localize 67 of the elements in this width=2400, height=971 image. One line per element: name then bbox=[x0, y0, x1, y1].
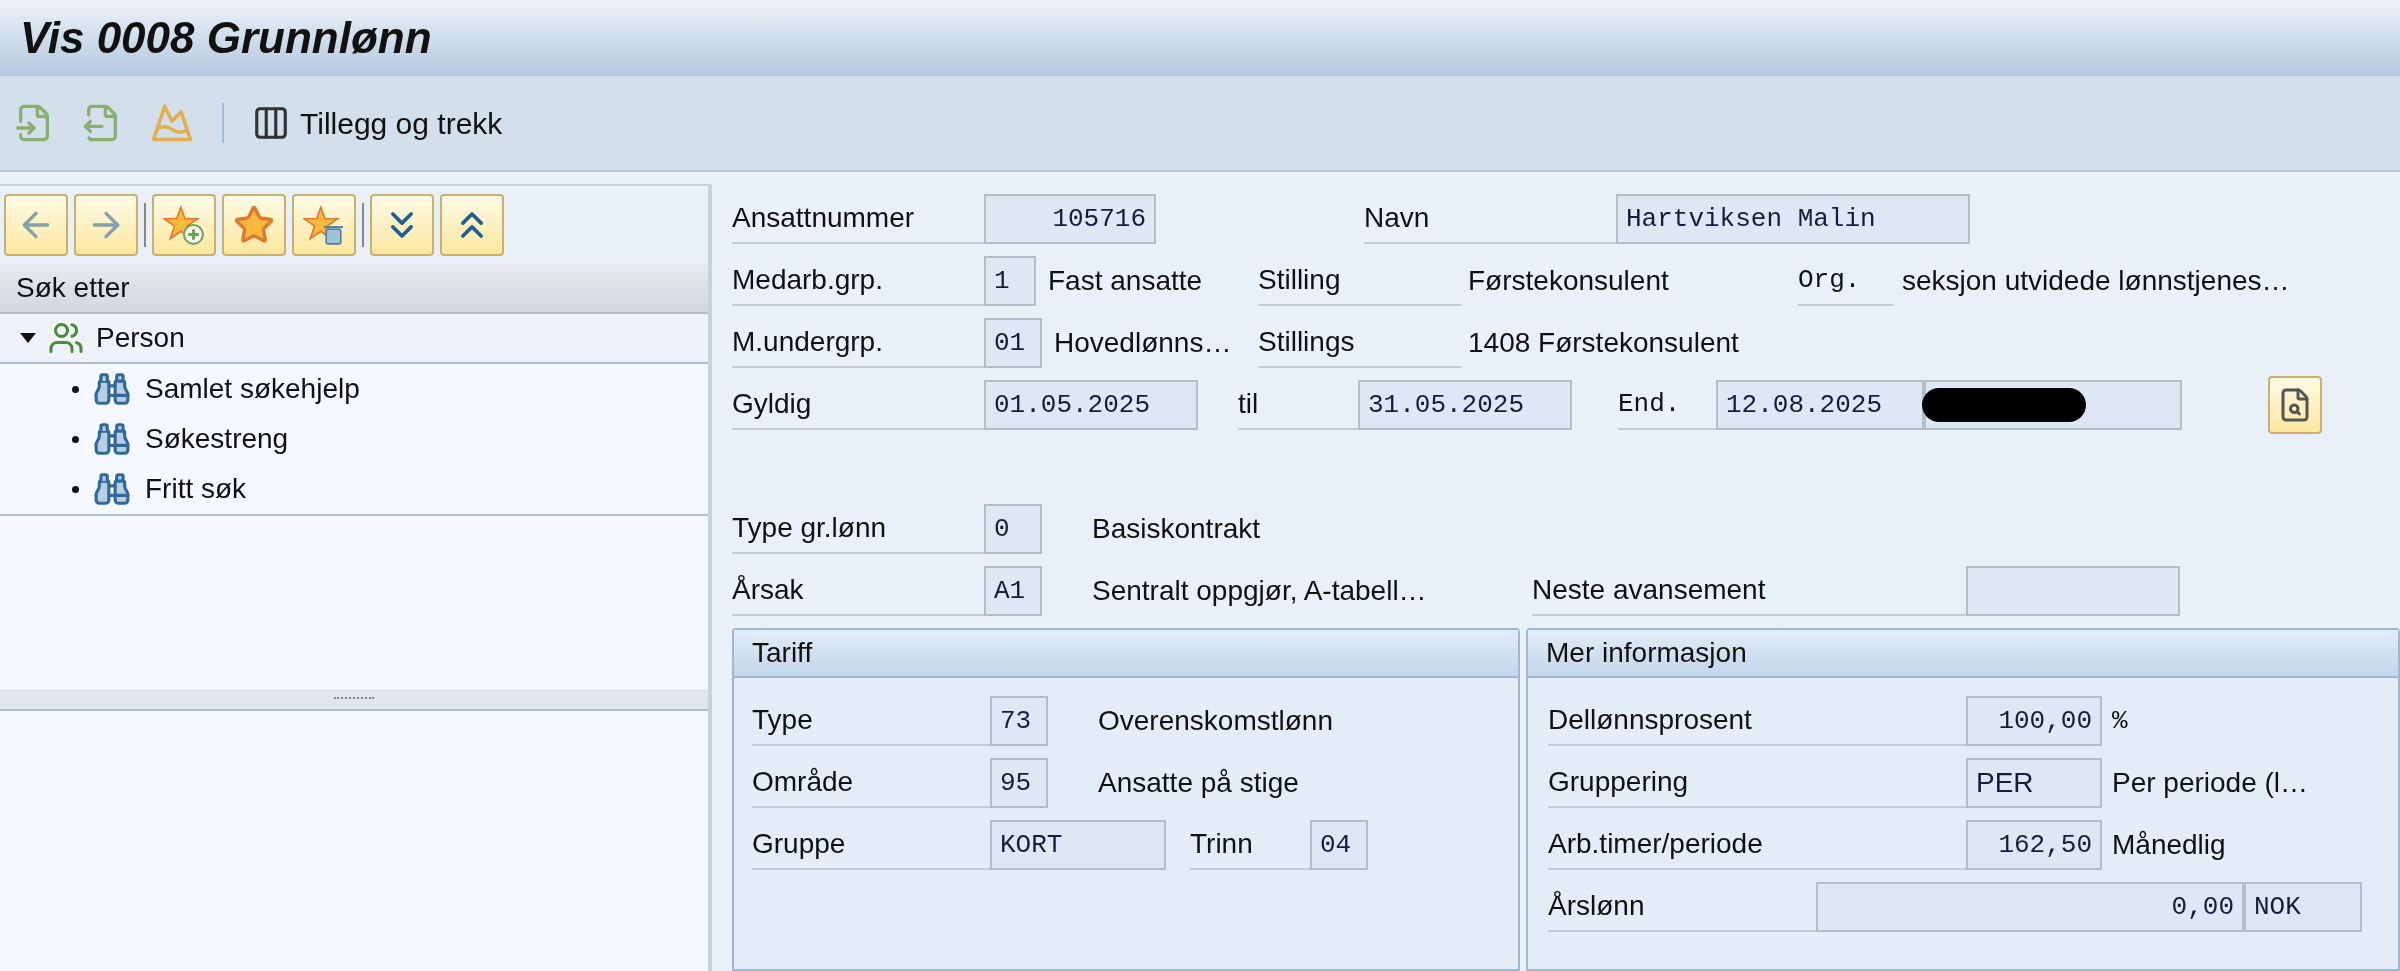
tree-node[interactable]: Person bbox=[0, 314, 708, 364]
input-field[interactable]: 31.05.2025 bbox=[1358, 380, 1572, 430]
display-document-button[interactable] bbox=[2268, 376, 2322, 434]
field-text: Per periode (l… bbox=[2112, 766, 2309, 800]
field-text: Månedlig bbox=[2112, 828, 2226, 862]
window-title: Vis 0008 Grunnlønn bbox=[20, 12, 432, 64]
field-text: % bbox=[2112, 704, 2128, 738]
add-favorite-button[interactable] bbox=[152, 194, 216, 256]
field-label: Stilling bbox=[1258, 256, 1462, 306]
field-text: Sentralt oppgjør, A-tabell… bbox=[1092, 574, 1428, 608]
field-label: Stillings bbox=[1258, 318, 1462, 368]
input-field[interactable] bbox=[1966, 566, 2180, 616]
collapse-all-button[interactable] bbox=[440, 194, 504, 256]
field-text: seksjon utvidede lønnstjenes… bbox=[1902, 264, 2290, 298]
input-field[interactable]: 04 bbox=[1310, 820, 1368, 870]
input-field[interactable]: PER bbox=[1966, 758, 2102, 808]
expand-caret-icon[interactable] bbox=[20, 333, 36, 343]
binoculars-icon bbox=[93, 420, 131, 458]
star-icon bbox=[233, 204, 275, 246]
input-field[interactable]: 1 bbox=[984, 256, 1036, 306]
field-label: Org. bbox=[1798, 256, 1894, 306]
input-field[interactable]: NOK bbox=[2244, 882, 2362, 932]
binoculars-icon bbox=[93, 470, 131, 508]
input-field[interactable]: 105716 bbox=[984, 194, 1156, 244]
input-field[interactable]: 162,50 bbox=[1966, 820, 2102, 870]
input-field[interactable]: Hartviksen Malin bbox=[1616, 194, 1970, 244]
input-field[interactable]: 95 bbox=[990, 758, 1048, 808]
bullet-icon bbox=[72, 435, 79, 443]
splitter-handle[interactable] bbox=[0, 689, 708, 711]
input-field[interactable]: 01 bbox=[984, 318, 1042, 368]
input-field[interactable]: 73 bbox=[990, 696, 1048, 746]
toolbar-button[interactable]: Tillegg og trekk bbox=[252, 100, 503, 146]
field-text: Hovedlønns… bbox=[1054, 326, 1233, 360]
favorite-button[interactable] bbox=[222, 194, 286, 256]
forward-button[interactable] bbox=[74, 194, 138, 256]
bullet-icon bbox=[72, 385, 79, 393]
tree-item[interactable]: Samlet søkehjelp bbox=[0, 364, 708, 414]
binoculars-icon bbox=[93, 370, 131, 408]
star-trash-icon bbox=[303, 204, 345, 246]
back-button[interactable] bbox=[4, 194, 68, 256]
field-text: Fast ansatte bbox=[1048, 264, 1204, 298]
expand-all-button[interactable] bbox=[370, 194, 434, 256]
input-field[interactable]: 0,00 bbox=[1816, 882, 2244, 932]
input-field[interactable] bbox=[1924, 380, 2182, 430]
group-title: Mer informasjon bbox=[1546, 636, 1747, 670]
input-field[interactable]: 0 bbox=[984, 504, 1042, 554]
field-text: Basiskontrakt bbox=[1092, 512, 1261, 546]
panel-heading: Søk etter bbox=[16, 271, 130, 305]
input-field[interactable]: A1 bbox=[984, 566, 1042, 616]
star-plus-icon bbox=[163, 204, 205, 246]
group-title: Tariff bbox=[752, 636, 813, 670]
field-text: 1408 Førstekonsulent bbox=[1468, 326, 1739, 360]
people-icon bbox=[48, 320, 84, 356]
field-text: Førstekonsulent bbox=[1468, 264, 1670, 298]
field-text: Ansatte på stige bbox=[1098, 766, 1299, 800]
field-label: Neste avansement bbox=[1532, 566, 1966, 616]
bullet-icon bbox=[72, 485, 79, 493]
tree-item[interactable]: Fritt søk bbox=[0, 464, 708, 514]
input-field[interactable]: 12.08.2025 bbox=[1716, 380, 1924, 430]
input-field[interactable]: 100,00 bbox=[1966, 696, 2102, 746]
field-text: Overenskomstlønn bbox=[1098, 704, 1333, 738]
input-field[interactable]: 01.05.2025 bbox=[984, 380, 1198, 430]
tree-label: Person bbox=[96, 321, 185, 355]
input-field[interactable]: KORT bbox=[990, 820, 1166, 870]
delete-favorite-button[interactable] bbox=[292, 194, 356, 256]
columns-icon bbox=[252, 104, 290, 142]
tree-item[interactable]: Søkestreng bbox=[0, 414, 708, 464]
